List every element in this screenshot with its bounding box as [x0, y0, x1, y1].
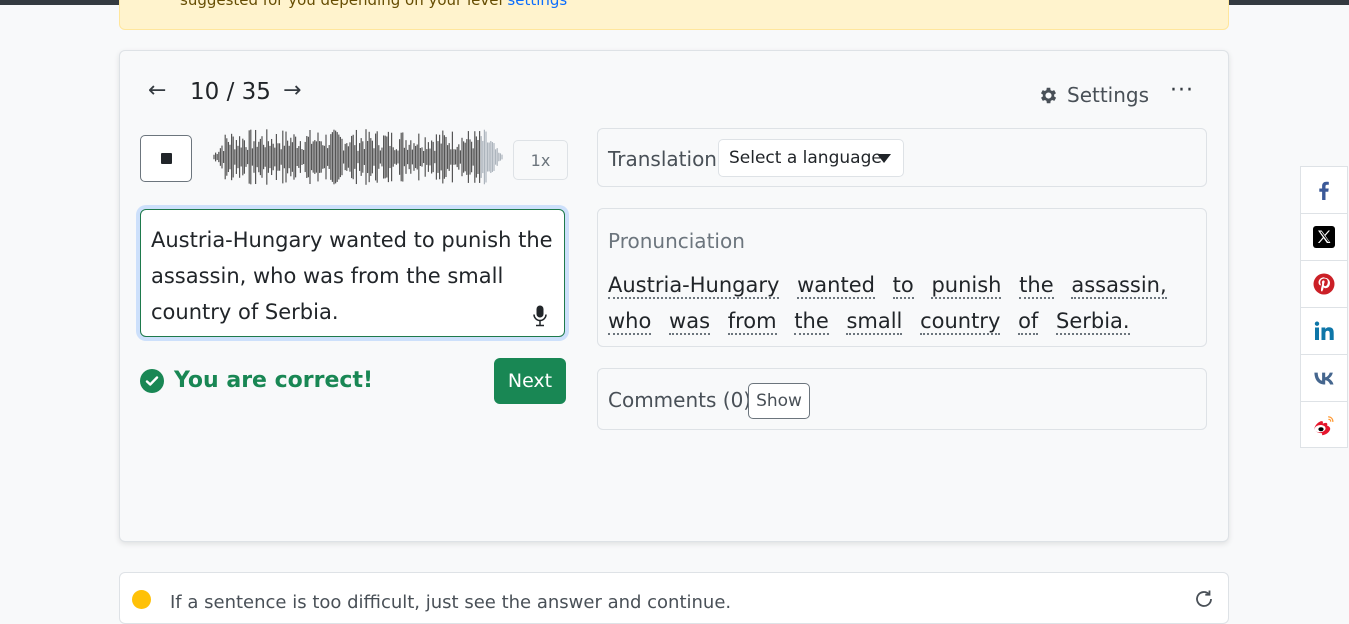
alert-text: suggested for you depending on your leve…	[180, 0, 508, 9]
pronunciation-word[interactable]: to	[892, 273, 914, 299]
playback-speed-button[interactable]: 1x	[513, 140, 568, 180]
microphone-icon[interactable]	[532, 305, 548, 327]
weibo-icon	[1314, 415, 1334, 435]
share-pinterest-button[interactable]	[1300, 260, 1348, 307]
pronunciation-word[interactable]: Austria-Hungary	[608, 273, 780, 299]
translation-label: Translation	[608, 147, 717, 171]
pronunciation-word[interactable]: the	[794, 309, 829, 335]
comments-label: Comments (0)	[608, 388, 752, 412]
stop-button[interactable]	[140, 135, 192, 182]
share-x-button[interactable]	[1300, 213, 1348, 260]
caret-down-icon	[877, 154, 891, 163]
comments-panel: Comments (0) Show	[597, 368, 1207, 430]
pronunciation-text: Austria-Hungary wanted to punish the ass…	[608, 267, 1188, 339]
pronunciation-label: Pronunciation	[608, 229, 745, 253]
stop-icon	[160, 153, 172, 164]
answer-input[interactable]: Austria-Hungary wanted to punish the ass…	[140, 209, 565, 337]
tip-bulb-icon	[132, 590, 151, 609]
pronunciation-word[interactable]: small	[846, 309, 903, 335]
pinterest-icon	[1313, 273, 1335, 295]
check-circle-icon	[140, 368, 164, 393]
vk-icon	[1314, 372, 1334, 385]
pronunciation-word[interactable]: wanted	[797, 273, 875, 299]
show-comments-button[interactable]: Show	[748, 383, 810, 419]
settings-button[interactable]: Settings	[1038, 83, 1149, 107]
facebook-icon	[1319, 181, 1329, 200]
translation-panel: Translation Select a language	[597, 128, 1207, 187]
info-alert: suggested for you depending on your leve…	[119, 0, 1229, 30]
share-facebook-button[interactable]	[1300, 166, 1348, 213]
pronunciation-panel: Pronunciation Austria-Hungary wanted to …	[597, 208, 1207, 347]
share-linkedin-button[interactable]	[1300, 307, 1348, 354]
prev-arrow-icon[interactable]: ←	[148, 78, 166, 103]
alert-link[interactable]: settings	[507, 0, 567, 9]
language-select-value: Select a language	[729, 148, 882, 168]
settings-label: Settings	[1067, 83, 1150, 107]
language-select[interactable]: Select a language	[718, 139, 904, 177]
x-icon	[1313, 226, 1335, 248]
pronunciation-word[interactable]: country	[920, 309, 1001, 335]
next-button[interactable]: Next	[494, 358, 566, 404]
more-options-icon[interactable]: ···	[1170, 78, 1194, 103]
share-weibo-button[interactable]	[1300, 401, 1348, 448]
pronunciation-word[interactable]: assassin,	[1071, 273, 1167, 299]
correct-message: You are correct!	[174, 368, 373, 393]
next-arrow-icon[interactable]: →	[283, 78, 301, 103]
gear-icon	[1040, 87, 1057, 103]
pronunciation-word[interactable]: from	[727, 309, 777, 335]
correct-result: You are correct!	[140, 368, 373, 393]
pronunciation-word[interactable]: who	[608, 309, 652, 335]
audio-waveform[interactable]	[212, 127, 504, 187]
linkedin-icon	[1314, 321, 1334, 340]
refresh-icon[interactable]	[1193, 588, 1215, 610]
sentence-counter: 10 / 35	[190, 79, 271, 105]
share-bar	[1300, 166, 1349, 448]
pronunciation-word[interactable]: was	[669, 309, 711, 335]
pronunciation-word[interactable]: of	[1018, 309, 1039, 335]
pronunciation-word[interactable]: punish	[931, 273, 1002, 299]
pronunciation-word[interactable]: Serbia.	[1056, 309, 1130, 335]
share-vk-button[interactable]	[1300, 354, 1348, 401]
pronunciation-word[interactable]: the	[1019, 273, 1054, 299]
